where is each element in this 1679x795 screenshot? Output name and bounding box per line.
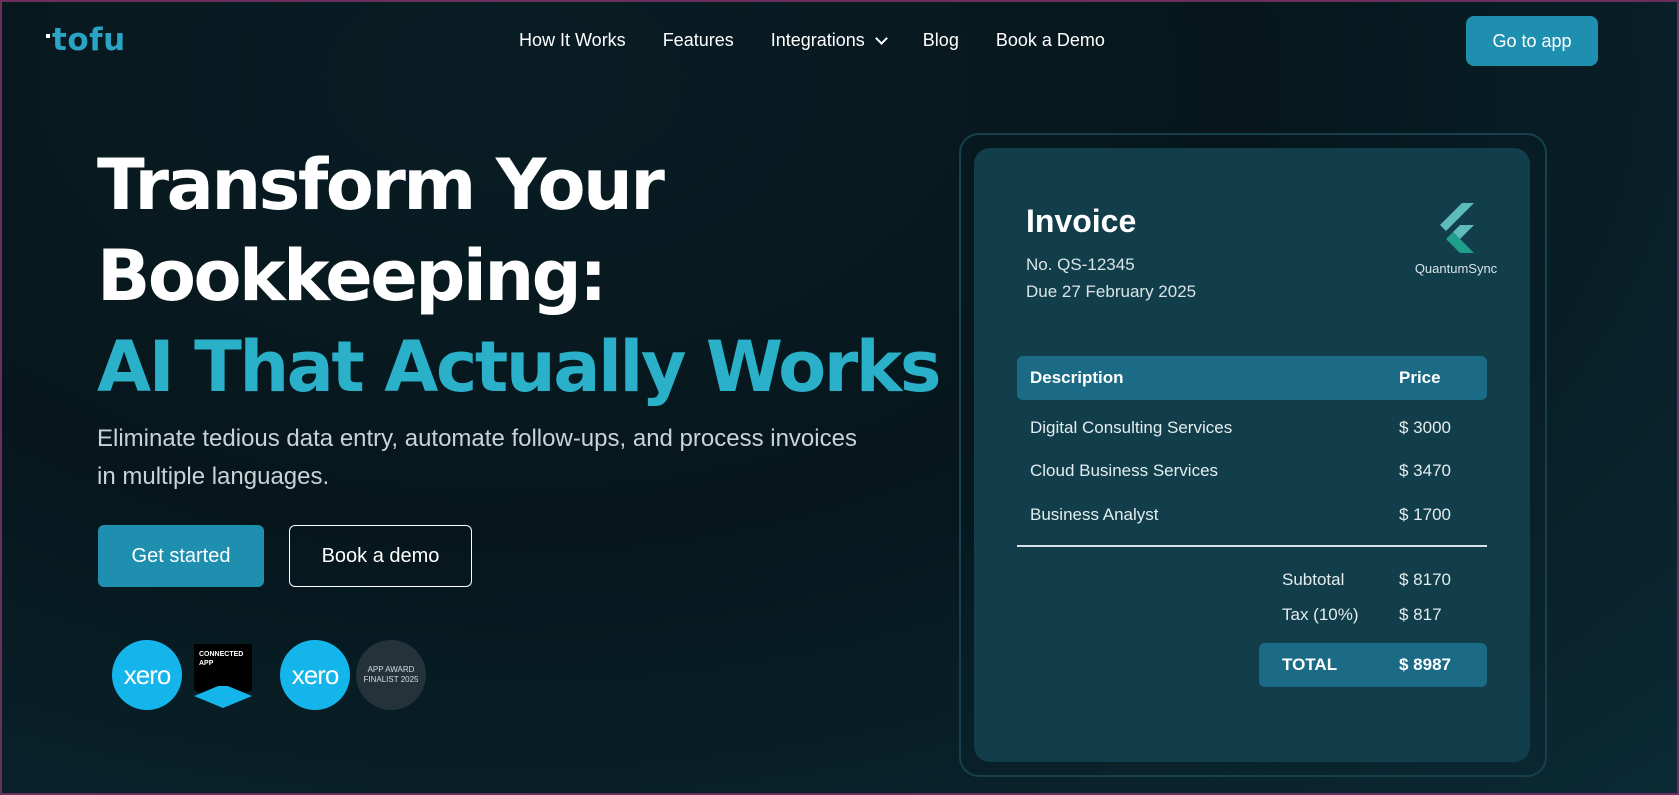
invoice-table: Description Price Digital Consulting Ser… <box>1017 356 1487 547</box>
app-award-badge: APP AWARD FINALIST 2025 <box>356 640 426 710</box>
row-price: $ 3000 <box>1399 417 1451 437</box>
subtotal-label: Subtotal <box>1282 569 1345 589</box>
table-header: Description Price <box>1017 356 1487 400</box>
subtotal-row: Subtotal $ 8170 <box>1017 562 1487 597</box>
top-nav: tofu How It Works Features Integrations … <box>2 2 1677 80</box>
logo-text: tofu <box>52 22 126 58</box>
nav-blog[interactable]: Blog <box>923 30 959 51</box>
nav-integrations-label: Integrations <box>770 30 865 50</box>
row-price: $ 3470 <box>1399 461 1451 481</box>
connected-app-badge: CONNECTED APP <box>194 644 252 710</box>
table-body: Digital Consulting Services $ 3000 Cloud… <box>1017 400 1487 537</box>
hero-title-line-2: Bookkeeping: <box>97 235 607 317</box>
quantumsync-logo: QuantumSync <box>1404 203 1508 276</box>
hero-subtitle: Eliminate tedious data entry, automate f… <box>97 425 857 490</box>
nav-book-demo[interactable]: Book a Demo <box>996 30 1105 51</box>
header-price: Price <box>1399 368 1441 387</box>
table-divider <box>1017 544 1487 547</box>
company-name: QuantumSync <box>1414 261 1498 276</box>
header-description: Description <box>1030 368 1124 387</box>
xero-logo: xero <box>112 640 182 710</box>
row-price: $ 1700 <box>1399 504 1451 524</box>
row-description: Cloud Business Services <box>1030 461 1219 481</box>
row-description: Digital Consulting Services <box>1030 417 1233 437</box>
total-label: TOTAL <box>1282 655 1338 674</box>
xero-logo-2: xero <box>280 640 350 710</box>
chevron-down-icon <box>874 31 888 45</box>
flutter-logo-icon <box>1440 203 1474 253</box>
tax-value: $ 817 <box>1399 604 1442 624</box>
xero-logo-2-text: xero <box>291 659 340 690</box>
invoice-totals: Subtotal $ 8170 Tax (10%) $ 817 TOTAL $ … <box>1017 562 1487 687</box>
logo[interactable]: tofu <box>46 24 126 56</box>
get-started-button[interactable]: Get started <box>98 525 264 587</box>
connected-chevron-icon <box>194 686 252 708</box>
hero-title: Transform Your Bookkeeping: AI That Actu… <box>97 140 941 413</box>
tax-label: Tax (10%) <box>1282 604 1359 624</box>
invoice-title: Invoice <box>1026 203 1137 239</box>
connected-line-2: APP <box>199 660 214 667</box>
table-row: Cloud Business Services $ 3470 <box>1017 450 1487 494</box>
go-to-app-button[interactable]: Go to app <box>1466 16 1598 66</box>
subtotal-value: $ 8170 <box>1399 569 1451 589</box>
book-demo-button[interactable]: Book a demo <box>289 525 472 587</box>
table-row: Business Analyst $ 1700 <box>1017 493 1487 537</box>
invoice-number: No. QS-12345 <box>1026 255 1135 274</box>
row-description: Business Analyst <box>1030 504 1159 524</box>
connected-line-1: CONNECTED <box>199 651 244 658</box>
nav-features[interactable]: Features <box>663 30 734 51</box>
nav-integrations[interactable]: Integrations <box>770 30 888 51</box>
hero-title-accent: AI That Actually Works <box>97 326 941 408</box>
nav-how-it-works[interactable]: How It Works <box>519 30 626 51</box>
total-row: TOTAL $ 8987 <box>1259 643 1487 687</box>
total-value: $ 8987 <box>1399 655 1451 674</box>
table-row: Digital Consulting Services $ 3000 <box>1017 406 1487 450</box>
tax-row: Tax (10%) $ 817 <box>1017 597 1487 632</box>
invoice-card: Invoice No. QS-12345 Due 27 February 202… <box>974 148 1530 762</box>
nav-links: How It Works Features Integrations Blog … <box>519 30 1142 51</box>
connected-app-text: CONNECTED APP <box>194 644 252 686</box>
award-line-2: FINALIST 2025 <box>363 675 419 684</box>
hero-title-line-1: Transform Your <box>97 144 665 226</box>
logo-dot <box>46 34 50 38</box>
award-line-1: APP AWARD <box>367 665 415 674</box>
invoice-due-date: Due 27 February 2025 <box>1026 282 1197 301</box>
xero-logo-text: xero <box>123 659 172 690</box>
